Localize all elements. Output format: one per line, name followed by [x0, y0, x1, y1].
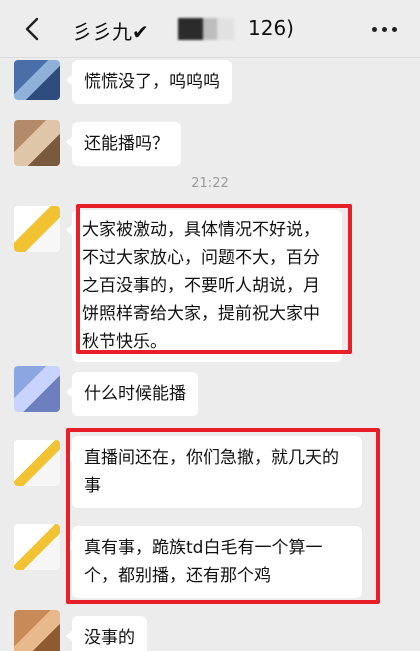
chevron-left-icon[interactable] — [22, 16, 44, 42]
message-bubble: 还能播吗？ — [66, 122, 181, 166]
avatar[interactable] — [14, 366, 60, 412]
avatar[interactable] — [14, 206, 60, 252]
chat-member-count: 126) — [248, 16, 294, 40]
chat-header: 彡彡九✔ 126) — [0, 0, 420, 58]
message-bubble: 什么时候能播 — [66, 372, 198, 416]
red-highlight-box — [76, 204, 352, 354]
avatar[interactable] — [14, 60, 60, 100]
message-bubble: 慌慌没了，呜呜呜 — [66, 60, 232, 104]
avatar[interactable] — [14, 524, 60, 570]
avatar[interactable] — [14, 120, 60, 166]
message-bubble: 没事的 — [66, 616, 147, 651]
chat-title: 彡彡九✔ — [72, 20, 149, 44]
red-highlight-box — [66, 428, 380, 604]
avatar[interactable] — [14, 610, 60, 651]
avatar[interactable] — [14, 440, 60, 486]
more-dots-icon[interactable] — [372, 27, 398, 33]
timestamp: 21:22 — [191, 176, 229, 191]
title-redacted-block — [178, 18, 234, 40]
